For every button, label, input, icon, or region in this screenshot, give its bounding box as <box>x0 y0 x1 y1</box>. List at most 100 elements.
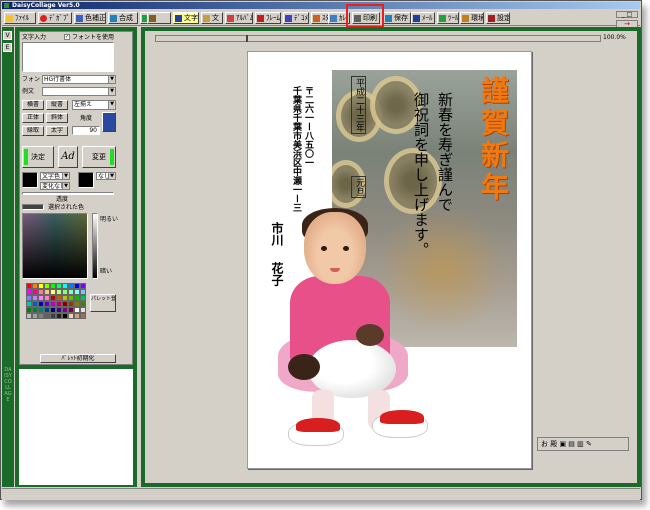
font-use-checkbox[interactable]: ✓ <box>64 34 70 40</box>
chevron-down-icon: ▼ <box>108 101 115 109</box>
toolbar-button-tool[interactable]: ﾂｰﾙ <box>437 12 459 24</box>
toolbar-button-save[interactable]: 保存 <box>383 12 411 24</box>
text-panel: 文字入力 ✓ フォントを使用 フォント HG行書体 ▼ 例文 ▼ 横書 縦書 左揃… <box>15 27 137 487</box>
heart-icon <box>40 15 47 22</box>
object-toolbar[interactable]: お 殿 ▣ ▤ ▥ ✎ <box>537 437 629 451</box>
left-strip: V E DAISY COLLAGE <box>2 27 14 487</box>
selected-color-swatch <box>22 204 44 210</box>
slant-button[interactable]: 斜体 <box>46 113 68 123</box>
toolbar-button-color-correct[interactable]: 色補正 <box>74 12 106 24</box>
stamp-icon <box>149 15 156 22</box>
variation-select[interactable]: 変化なし ▼ <box>40 182 70 190</box>
window-title: DaisyCollage Ver5.0 <box>12 2 80 9</box>
green-indicator <box>110 149 114 165</box>
panel-blank-area <box>19 369 133 485</box>
calendar-icon <box>330 15 337 22</box>
postcard[interactable]: 謹賀新年 新春を寿ぎ謹んで 御祝詞を申し上げます。 平成二十三年 元旦 〒二六一… <box>247 51 532 469</box>
text-input-label: 文字入力 <box>22 34 47 41</box>
merge-icon <box>110 15 117 22</box>
color-picker[interactable] <box>22 213 88 279</box>
scroll-thumb[interactable] <box>246 35 248 42</box>
brightness-slider[interactable] <box>92 213 98 279</box>
plush-dog-patch <box>288 354 320 380</box>
font-sample: Ad <box>58 146 78 168</box>
toolbar-button-settings[interactable]: 設定 <box>486 12 510 24</box>
change-button[interactable]: 変更 <box>82 146 116 168</box>
toolbar-button-merge[interactable]: 合成 <box>108 12 138 24</box>
zoom-level: 100.0% <box>603 34 626 41</box>
toolbar-button-font[interactable]: 文 <box>201 12 223 24</box>
toolbar-button-text[interactable]: 文字 <box>173 12 199 24</box>
vertical-button[interactable]: 縦書 <box>46 100 68 110</box>
status-bar <box>2 488 640 500</box>
strip-button-v[interactable]: V <box>3 31 12 40</box>
toolbar-button-mail[interactable]: ﾒｰﾙ <box>411 12 435 24</box>
shoe-red-top <box>296 418 340 432</box>
decide-button[interactable]: 決定 <box>22 146 54 168</box>
plush-dog-ear <box>356 324 384 346</box>
tool-icon <box>439 15 446 22</box>
bright-label: 明るい <box>100 216 119 223</box>
example-select[interactable]: ▼ <box>42 87 116 96</box>
mail-icon <box>413 15 420 22</box>
palette-register-button[interactable]: パレット登録 <box>90 294 116 312</box>
chevron-down-icon: ▼ <box>108 88 115 95</box>
minimize-button[interactable]: _ □ <box>616 11 638 18</box>
selected-color-label: 選択された色 <box>48 204 85 211</box>
album-icon <box>227 15 234 22</box>
font-icon <box>203 15 210 22</box>
angle-input[interactable]: 90 <box>72 126 100 135</box>
address-line-2[interactable]: 千葉県千葉市美浜区中瀬一ー三 <box>290 86 301 212</box>
char-color-select[interactable]: 文字色 ▼ <box>40 172 70 180</box>
strip-button-e[interactable]: E <box>3 43 12 52</box>
bold-button[interactable]: 太字 <box>46 126 68 136</box>
address-line-1[interactable]: 〒二六一ー八五〇一 <box>302 86 313 167</box>
horizontal-scrollbar[interactable] <box>155 35 601 42</box>
new-year-title[interactable]: 謹賀新年 <box>477 76 510 204</box>
toolbar-button-environment[interactable]: 環境 <box>460 12 484 24</box>
frame-icon <box>257 15 264 22</box>
outline-button[interactable]: 縁取 <box>22 126 44 136</box>
chevron-down-icon: ▼ <box>108 76 115 83</box>
transparency-slider[interactable] <box>22 192 114 195</box>
toolbar-button-decagp[interactable]: ﾃﾞｶﾞﾌﾟ <box>38 12 72 24</box>
horizontal-button[interactable]: 横書 <box>22 100 44 110</box>
font-use-label: フォントを使用 <box>72 34 115 41</box>
example-label: 例文 <box>22 88 35 95</box>
strip-vertical-text: DAISY COLLAGE <box>4 367 12 403</box>
outline-color-swatch[interactable] <box>78 172 94 188</box>
date-line-1[interactable]: 平成二十三年 <box>351 76 366 134</box>
toolbar-button-file[interactable]: ﾌｧｲﾙ <box>4 12 36 24</box>
text-icon <box>175 15 182 22</box>
straight-button[interactable]: 正体 <box>22 113 44 123</box>
text-color-swatch[interactable] <box>22 172 38 188</box>
toolbar-button-album[interactable]: ｱﾙﾊﾞﾑ <box>225 12 253 24</box>
chevron-down-icon: ▼ <box>108 173 115 179</box>
text-panel-inner: 文字入力 ✓ フォントを使用 フォント HG行書体 ▼ 例文 ▼ 横書 縦書 左揃… <box>19 31 133 365</box>
green-indicator <box>24 149 28 165</box>
rotate-icon[interactable] <box>102 112 116 132</box>
canvas-area[interactable]: 100.0% 謹賀新年 新春を寿ぎ謹んで 御祝詞を申し上げます。 平成二十三年 … <box>145 31 637 483</box>
folder-icon <box>6 15 13 22</box>
color-palette[interactable] <box>26 283 86 349</box>
color-icon <box>76 15 83 22</box>
text-input-area[interactable] <box>22 42 114 72</box>
align-select[interactable]: 左揃え ▼ <box>72 100 116 110</box>
font-select[interactable]: HG行書体 ▼ <box>42 75 116 84</box>
greeting-line-1[interactable]: 新春を寿ぎ謹んで <box>436 92 454 212</box>
toolbar-button-stamp[interactable] <box>147 12 171 24</box>
palette-reset-button[interactable]: ﾊﾟﾚｯﾄ初期化 <box>40 354 116 363</box>
child-photo[interactable] <box>268 208 443 457</box>
env-icon <box>462 15 469 22</box>
toolbar-button-frame[interactable]: ﾌﾚｰﾑ <box>255 12 281 24</box>
toolbar-button-deco[interactable]: ﾃﾞｺﾒ <box>283 12 309 24</box>
dark-label: 暗い <box>100 268 113 275</box>
print-highlight-annotation <box>346 4 384 28</box>
app-window: DaisyCollage Ver5.0 ﾌｧｲﾙ ﾃﾞｶﾞﾌﾟ 色補正 合成 描… <box>0 0 642 500</box>
date-line-2[interactable]: 元旦 <box>351 176 366 198</box>
none-select[interactable]: なし ▼ <box>96 172 116 180</box>
shoe-red-top <box>380 410 424 424</box>
main-toolbar: ﾌｧｲﾙ ﾃﾞｶﾞﾌﾟ 色補正 合成 描画 文字 文 ｱﾙﾊﾞﾑ ﾌﾚｰﾑ ﾃﾞ… <box>2 10 640 29</box>
angle-label: 角度 <box>80 115 93 122</box>
child-face <box>304 212 366 284</box>
